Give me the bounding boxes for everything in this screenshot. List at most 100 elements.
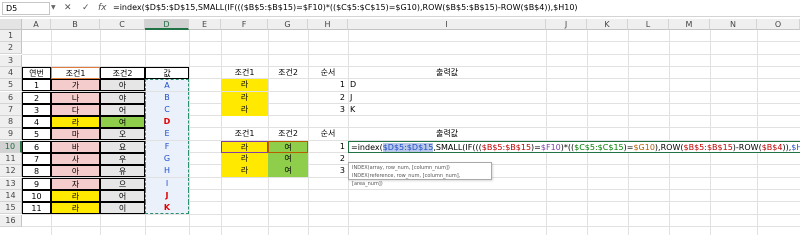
lookup2-cond2[interactable]: 여: [268, 140, 308, 153]
table-cell-value[interactable]: E: [145, 128, 189, 141]
lookup1-order[interactable]: 1: [308, 79, 348, 91]
table-cell-index[interactable]: 8: [22, 165, 51, 178]
table-cell-cond1[interactable]: 가: [51, 79, 100, 92]
name-box[interactable]: D5: [2, 2, 50, 15]
column-header-d[interactable]: D: [145, 19, 189, 30]
active-cell-formula-editor[interactable]: =index($D$5:$D$15,SMALL(IF((($B$5:$B$15)…: [348, 140, 800, 153]
tooltip-line-array[interactable]: INDEX(array, row_num, [column_num]): [352, 164, 488, 172]
table-header-value[interactable]: 값: [145, 66, 189, 79]
row-header-11[interactable]: 11: [0, 153, 22, 165]
table-header-cond2[interactable]: 조건2: [100, 66, 145, 79]
row-header-13[interactable]: 13: [0, 177, 22, 190]
enter-icon[interactable]: ✓: [82, 3, 90, 13]
row-header-7[interactable]: 7: [0, 103, 22, 116]
table-cell-cond2[interactable]: 유: [100, 165, 145, 178]
row-header-16[interactable]: 16: [0, 214, 22, 227]
table-cell-cond2[interactable]: 이: [100, 202, 145, 215]
lookup1-header[interactable]: 출력값: [348, 67, 546, 79]
column-header-l[interactable]: L: [628, 19, 669, 30]
tooltip-line-reference[interactable]: INDEX(reference, row_num, [column_num], …: [352, 172, 488, 188]
lookup2-header[interactable]: 조건2: [268, 128, 308, 140]
row-header-1[interactable]: 1: [0, 30, 22, 42]
column-header-g[interactable]: G: [268, 19, 308, 30]
lookup1-cond2[interactable]: [268, 104, 308, 116]
column-header-i[interactable]: I: [348, 19, 546, 30]
row-header-14[interactable]: 14: [0, 189, 22, 202]
column-header-m[interactable]: M: [669, 19, 710, 30]
table-cell-value[interactable]: K: [145, 202, 189, 215]
cancel-icon[interactable]: ✕: [64, 3, 72, 13]
table-cell-value[interactable]: F: [145, 140, 189, 153]
lookup1-header[interactable]: 순서: [308, 67, 348, 79]
lookup2-cond1[interactable]: 라: [221, 140, 268, 153]
column-header-n[interactable]: N: [710, 19, 757, 30]
column-header-k[interactable]: K: [587, 19, 628, 30]
table-cell-cond1[interactable]: 아: [51, 165, 100, 178]
lookup1-header[interactable]: 조건2: [268, 67, 308, 79]
table-cell-value[interactable]: B: [145, 91, 189, 104]
table-cell-value[interactable]: H: [145, 165, 189, 178]
column-header-f[interactable]: F: [221, 19, 268, 30]
column-header-h[interactable]: H: [308, 19, 348, 30]
chevron-down-icon[interactable]: ▼: [51, 4, 56, 11]
row-header-15[interactable]: 15: [0, 202, 22, 215]
table-cell-index[interactable]: 2: [22, 91, 51, 104]
row-header-5[interactable]: 5: [0, 79, 22, 92]
table-cell-value[interactable]: I: [145, 177, 189, 190]
row-header-10[interactable]: 10: [0, 140, 22, 153]
table-cell-cond2[interactable]: 어: [100, 103, 145, 116]
table-header-index[interactable]: 연번: [22, 66, 51, 79]
column-header-b[interactable]: B: [51, 19, 100, 30]
table-cell-cond1[interactable]: 라: [51, 202, 100, 215]
lookup1-cond2[interactable]: [268, 92, 308, 104]
row-header-2[interactable]: 2: [0, 42, 22, 55]
lookup1-header[interactable]: 조건1: [221, 67, 268, 79]
row-header-12[interactable]: 12: [0, 165, 22, 178]
column-header-a[interactable]: A: [22, 19, 51, 30]
table-cell-cond1[interactable]: 바: [51, 140, 100, 153]
column-header-j[interactable]: J: [546, 19, 587, 30]
lookup2-cond1[interactable]: 라: [221, 165, 268, 178]
table-cell-cond2[interactable]: 오: [100, 128, 145, 141]
table-cell-value[interactable]: C: [145, 103, 189, 116]
select-all-corner[interactable]: [0, 19, 22, 30]
lookup2-header[interactable]: 조건1: [221, 128, 268, 140]
table-cell-cond1[interactable]: 라: [51, 116, 100, 129]
table-cell-cond1[interactable]: 자: [51, 177, 100, 190]
table-cell-index[interactable]: 1: [22, 79, 51, 92]
table-cell-cond2[interactable]: 으: [100, 177, 145, 190]
table-cell-cond2[interactable]: 아: [100, 79, 145, 92]
row-header-3[interactable]: 3: [0, 54, 22, 67]
lookup1-output[interactable]: D: [348, 79, 546, 91]
table-cell-index[interactable]: 9: [22, 177, 51, 190]
formula-input[interactable]: =index($D$5:$D$15,SMALL(IF((($B$5:$B$15)…: [113, 3, 578, 13]
row-header-8[interactable]: 8: [0, 116, 22, 129]
table-cell-index[interactable]: 4: [22, 116, 51, 129]
lookup1-output[interactable]: K: [348, 104, 546, 116]
table-cell-value[interactable]: G: [145, 153, 189, 165]
table-cell-cond2[interactable]: 어: [100, 189, 145, 202]
lookup2-order[interactable]: 1: [308, 141, 348, 153]
lookup2-cond1[interactable]: 라: [221, 153, 268, 165]
table-cell-cond2[interactable]: 우: [100, 153, 145, 165]
table-cell-cond2[interactable]: 요: [100, 140, 145, 153]
lookup2-order[interactable]: 3: [308, 165, 348, 177]
insert-function-button[interactable]: fx: [98, 3, 107, 13]
column-header-e[interactable]: E: [189, 19, 221, 30]
table-cell-index[interactable]: 6: [22, 140, 51, 153]
lookup2-cond2[interactable]: 여: [268, 165, 308, 178]
table-cell-index[interactable]: 7: [22, 153, 51, 165]
lookup1-cond1[interactable]: 라: [221, 103, 268, 116]
lookup2-cond2[interactable]: 여: [268, 153, 308, 165]
row-header-9[interactable]: 9: [0, 128, 22, 141]
table-cell-cond1[interactable]: 나: [51, 91, 100, 104]
lookup2-order[interactable]: 2: [308, 153, 348, 165]
table-cell-cond1[interactable]: 다: [51, 103, 100, 116]
lookup1-cond2[interactable]: [268, 79, 308, 91]
lookup2-header[interactable]: 순서: [308, 128, 348, 140]
row-header-6[interactable]: 6: [0, 91, 22, 104]
table-cell-cond2[interactable]: 여: [100, 116, 145, 129]
table-cell-value[interactable]: J: [145, 189, 189, 202]
lookup1-order[interactable]: 2: [308, 92, 348, 104]
table-cell-value[interactable]: A: [145, 79, 189, 92]
